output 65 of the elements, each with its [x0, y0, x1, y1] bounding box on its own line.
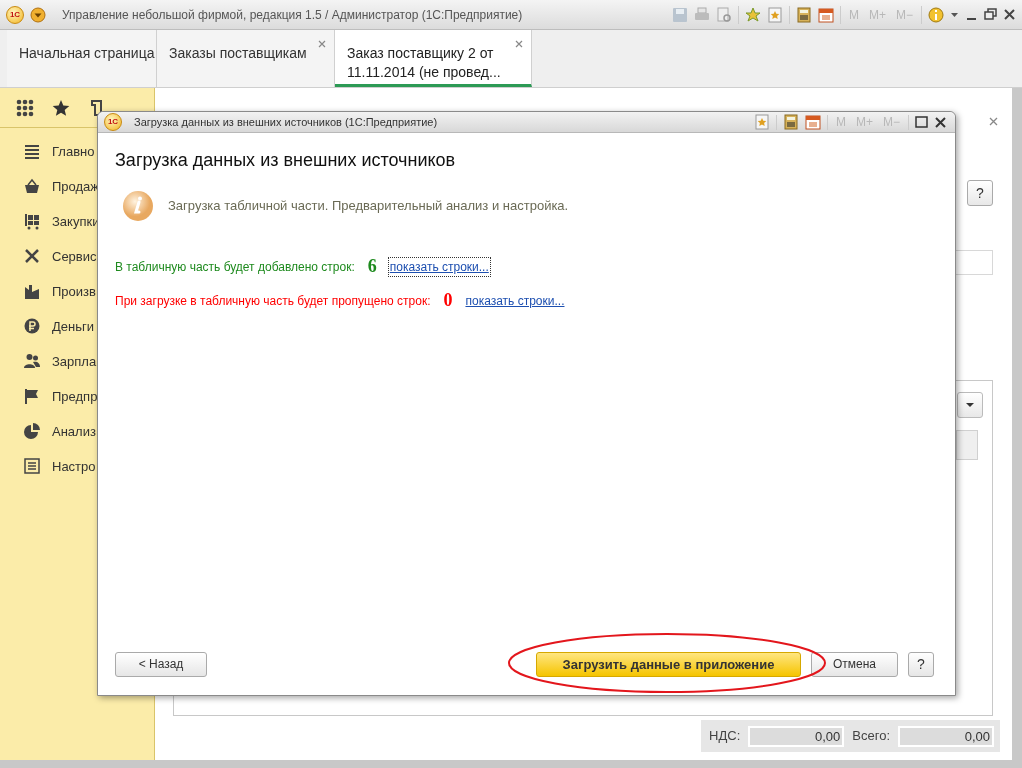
app-logo[interactable]: 1С [104, 113, 122, 131]
row-count: 6 [367, 255, 377, 278]
factory-icon [24, 283, 40, 300]
totals-label: НДС: [708, 727, 742, 746]
sidebar-item[interactable]: Сервис [52, 246, 97, 267]
close-icon[interactable] [934, 116, 947, 128]
sidebar-item[interactable]: Продаж [52, 176, 100, 197]
cancel-button[interactable]: Отмена [811, 651, 898, 677]
calendar-icon[interactable] [804, 114, 821, 130]
back-button[interactable]: < Назад [115, 651, 207, 677]
close-icon[interactable] [1003, 8, 1016, 21]
status-text: В табличную часть будет добавлено строк: [115, 258, 355, 276]
cart-icon [24, 213, 40, 230]
ruble-coin-icon [24, 318, 40, 335]
totals-field: 0,00 [748, 725, 845, 747]
tab[interactable]: Заказы поставщикам [157, 30, 335, 87]
calculator-icon[interactable] [782, 114, 799, 130]
tab[interactable]: Начальная страница [7, 30, 157, 87]
calculator-icon[interactable] [795, 6, 812, 23]
status-text: При загрузке в табличную часть будет пропущено строк: [115, 292, 431, 310]
sidebar-item[interactable]: Предпр [52, 386, 98, 407]
load-data-button[interactable]: Загрузить данные в приложение [536, 652, 801, 677]
dropdown-button[interactable] [957, 392, 983, 418]
sidebar-item[interactable]: Анализ [52, 421, 96, 442]
sidebar-item[interactable]: Зарпла [52, 351, 97, 372]
info-icon [122, 190, 154, 222]
history-icon[interactable] [88, 98, 104, 117]
print-preview-icon[interactable] [715, 6, 732, 23]
window-title: Управление небольшой фирмой, редакция 1.5 / Администратор (1С:Предприятие) [62, 6, 524, 24]
dialog-heading: Загрузка данных из внешних источников [115, 149, 457, 172]
settings-list-icon [24, 458, 40, 475]
people-icon [24, 353, 40, 370]
sidebar-item[interactable]: Настро [52, 456, 96, 477]
dropdown-icon[interactable] [30, 6, 46, 23]
star-icon[interactable] [52, 98, 70, 117]
info-icon[interactable] [928, 6, 944, 23]
calendar-icon[interactable] [817, 6, 834, 23]
info-text: Загрузка табличной части. Предварительный анализ и настройка. [168, 197, 569, 216]
show-rows-link[interactable]: показать строки... [464, 291, 566, 310]
help-button[interactable]: ? [908, 651, 934, 677]
menu-icon [24, 143, 40, 160]
dialog-title: Загрузка данных из внешних источников (1С:Предприятие) [134, 114, 439, 130]
show-rows-link[interactable]: показать строки... [388, 257, 490, 276]
restore-icon[interactable] [984, 8, 997, 21]
caret-icon[interactable] [950, 10, 959, 19]
input-field[interactable] [953, 250, 993, 275]
pie-chart-icon [24, 423, 40, 440]
sidebar-item[interactable]: Главно [52, 141, 95, 162]
star-icon[interactable] [744, 6, 761, 23]
sidebar-item[interactable]: Деньги [52, 316, 94, 337]
app-logo[interactable]: 1С [6, 5, 24, 24]
grid-menu-icon[interactable] [16, 98, 34, 117]
maximize-icon[interactable] [915, 116, 928, 128]
tab[interactable]: Заказ поставщику 2 от 11.11.2014 (не провед... [335, 30, 532, 87]
caret-icon [966, 403, 974, 407]
totals-field: 0,00 [898, 725, 994, 747]
sidebar-item[interactable]: Произв [52, 281, 96, 302]
table-header [956, 430, 978, 460]
flag-icon [24, 388, 40, 405]
bookmark-icon[interactable] [753, 114, 770, 130]
bookmark-icon[interactable] [766, 6, 783, 23]
totals-label: Всего: [851, 727, 891, 746]
basket-icon [24, 178, 40, 195]
row-count: 0 [443, 289, 453, 312]
help-button[interactable]: ? [967, 180, 993, 206]
